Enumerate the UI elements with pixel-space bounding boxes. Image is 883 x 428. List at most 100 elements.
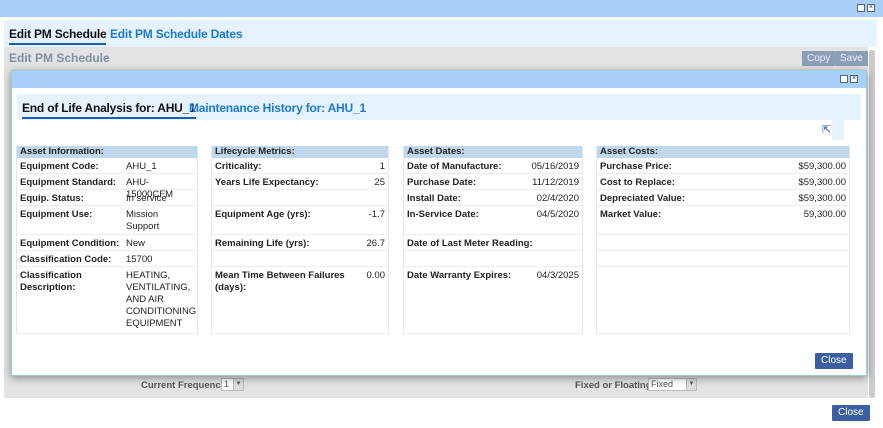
current-frequency-value: 1 [224,379,230,389]
close-icon[interactable]: × [867,4,875,12]
tab-edit-pm-schedule-dates[interactable]: Edit PM Schedule Dates [110,27,243,41]
current-frequency-select[interactable]: 1 ▼ [221,378,244,391]
table-row: Equip. Status: In service [17,190,197,206]
copy-button[interactable]: Copy [802,51,836,66]
table-row: Remaining Life (yrs): 26.7 [212,235,388,251]
outer-close-button[interactable]: Close [832,405,870,421]
asset-information-table: Asset Information: Equipment Code: AHU_1 Eq… [16,146,198,334]
row-label: Mean Time Between Failures (days): [215,270,345,293]
row-label: Equipment Condition: [20,238,120,249]
row-label: Equipment Age (yrs): [215,209,311,220]
row-label: Remaining Life (yrs): [215,238,310,249]
row-value: 04/5/2020 [536,209,579,220]
row-label: Market Value: [600,209,662,220]
row-label: Equipment Code: [20,161,99,172]
lifecycle-metrics-table: Lifecycle Metrics: Criticality: 1 Years Lif… [211,146,389,334]
row-label: Classification Code: [20,254,112,265]
modal-tabs: End of Life Analysis for: AHU_1 Maintena… [17,94,861,120]
table-row [597,235,849,251]
row-label: Equipment Standard: [20,177,117,188]
table-row [212,190,388,206]
asset-dates-table: Asset Dates: Date of Manufacture: 05/16/20… [403,146,583,334]
row-label: Purchase Date: [407,177,477,188]
table-row: Market Value: 59,300.00 [597,206,849,235]
table-header: Asset Information: [17,146,197,158]
table-row: Date of Manufacture: 05/16/2019 [404,158,582,174]
asset-costs-table: Asset Costs: Purchase Price: $59,300.00 Cos… [596,146,850,334]
row-value: $59,300.00 [798,193,846,204]
row-value: 05/16/2019 [531,161,579,172]
row-value: 04/3/2025 [536,270,579,281]
outer-tabs: Edit PM Schedule Edit PM Schedule Dates [4,20,877,47]
fixed-floating-value: Fixed [651,379,674,389]
row-label: Date Warranty Expires: [407,270,512,281]
chevron-down-icon: ▼ [686,379,696,390]
table-header: Asset Dates: [404,146,582,158]
row-label: Equip. Status: [20,193,84,204]
modal-close-button[interactable]: Close [815,353,853,369]
row-value: AHU-15000CFM [126,177,173,200]
row-label: Purchase Price: [600,161,672,172]
table-row [597,267,849,334]
table-row: Equipment Standard: AHU-15000CFM [17,174,197,200]
table-row: Classification Description: HEATING, VENT… [17,267,197,334]
table-row [404,251,582,267]
export-icon[interactable]: ⇱ [822,123,831,136]
close-icon[interactable]: × [850,75,858,83]
table-row: Equipment Condition: New [17,235,197,251]
table-row: Classification Code: 15700 [17,251,197,267]
table-header: Asset Costs: [597,146,849,158]
table-row: Date of Last Meter Reading: [404,235,582,251]
window-titlebar: × [0,0,883,17]
table-row: Date Warranty Expires: 04/3/2025 [404,267,582,334]
tab-end-of-life[interactable]: End of Life Analysis for: AHU_1 [22,101,196,119]
row-value: -1.7 [368,209,385,220]
row-value: New [126,238,146,249]
row-label: Date of Manufacture: [407,161,502,172]
table-row: Equipment Code: AHU_1 [17,158,197,174]
table-row: Years Life Expectancy: 25 [212,174,388,190]
tab-maintenance-history[interactable]: Maintenance History for: AHU_1 [189,101,366,115]
table-row: In-Service Date: 04/5/2020 [404,206,582,235]
table-row: Equipment Age (yrs): -1.7 [212,206,388,235]
row-label: Cost to Replace: [600,177,675,188]
row-value: HEATING, VENTILATING, AND AIR CONDITIONI… [126,270,197,329]
row-label: Install Date: [407,193,461,204]
tab-edit-pm-schedule[interactable]: Edit PM Schedule [9,27,107,45]
row-value: 25 [374,177,385,188]
maximize-icon[interactable] [840,75,848,83]
current-frequency-label: Current Frequency [141,380,226,391]
row-value: 1 [379,161,385,172]
scrollbar[interactable] [869,50,875,398]
table-header: Lifecycle Metrics: [212,146,388,158]
row-label: Depreciated Value: [600,193,686,204]
table-row: Install Date: 02/4/2020 [404,190,582,206]
fixed-floating-label: Fixed or Floating [575,380,652,391]
row-value: AHU_1 [126,161,157,172]
chevron-down-icon: ▼ [233,379,243,390]
row-value: 11/12/2019 [532,177,579,188]
maximize-icon[interactable] [857,4,865,12]
row-label: Date of Last Meter Reading: [407,238,533,249]
table-row: Equipment Use: Mission Support [17,206,197,235]
table-row [212,251,388,267]
table-row: Mean Time Between Failures (days): 0.00 [212,267,388,334]
table-row: Depreciated Value: $59,300.00 [597,190,849,206]
row-label: Classification Description: [20,270,82,293]
table-row: Purchase Price: $59,300.00 [597,158,849,174]
table-row [597,251,849,267]
save-button[interactable]: Save [835,51,868,66]
table-row: Cost to Replace: $59,300.00 [597,174,849,190]
row-value: $59,300.00 [798,161,846,172]
row-value: 15700 [126,254,153,265]
row-value: Mission Support [126,209,160,232]
panel-title: Edit PM Schedule [9,51,110,65]
row-value: 0.00 [366,270,386,281]
row-label: Equipment Use: [20,209,93,220]
table-row: Criticality: 1 [212,158,388,174]
fixed-floating-select[interactable]: Fixed ▼ [648,378,697,391]
row-label: In-Service Date: [407,209,479,220]
table-row: Purchase Date: 11/12/2019 [404,174,582,190]
row-value: 26.7 [366,238,386,249]
row-value: $59,300.00 [798,177,846,188]
